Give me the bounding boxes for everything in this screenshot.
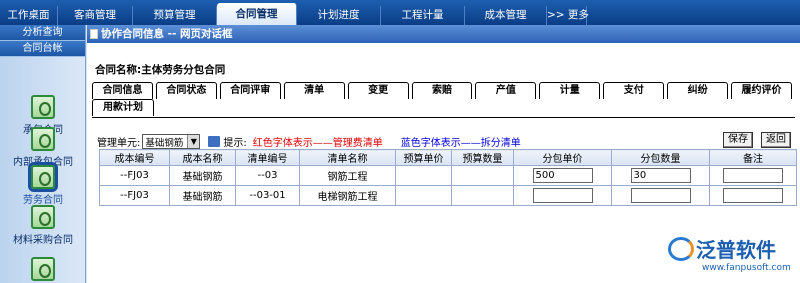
tab-dispute[interactable]: 纠纷 (667, 82, 729, 99)
column-header: 清单名称 (299, 149, 396, 166)
logo-text: 泛普软件 (696, 238, 776, 262)
sidebar-section-ledger[interactable]: 合同台帐 (0, 41, 85, 57)
cost-no-cell: --FJ03 (99, 185, 170, 206)
tab-funding-plan[interactable]: 用款计划 (92, 99, 154, 116)
sidebar-item-material-contract[interactable]: 材料采购合同 (0, 205, 86, 246)
column-header: 分包单价 (513, 149, 612, 166)
column-header: 预算数量 (451, 149, 514, 166)
nav-tab-measure[interactable]: 工程计量 (381, 6, 465, 25)
chevron-down-icon[interactable]: ▼ (187, 135, 200, 148)
tip-label: 提示: (223, 138, 247, 149)
nav-tab-more[interactable]: >> 更多 (547, 6, 589, 25)
contract-name: 合同名称:主体劳务分包合同 (95, 64, 226, 76)
nav-tab-cost[interactable]: 成本管理 (465, 6, 547, 25)
sidebar-item-labor-contract[interactable]: 劳务合同 (0, 165, 86, 206)
column-header: 备注 (709, 149, 797, 166)
column-header: 预算单价 (395, 149, 452, 166)
tab-measure[interactable]: 计量 (539, 82, 601, 99)
column-header: 分包数量 (611, 149, 710, 166)
sub-price-input[interactable]: 500 (532, 168, 593, 183)
sub-qty-input[interactable]: 30 (630, 168, 691, 183)
sub-price-cell (513, 185, 612, 206)
nav-tab-desktop[interactable]: 工作桌面 (0, 6, 58, 25)
note-cell (709, 185, 797, 206)
cost-no-cell: --FJ03 (99, 165, 170, 186)
note-input[interactable] (723, 168, 783, 183)
nav-tab-merchants[interactable]: 客商管理 (58, 6, 133, 25)
budget-qty-cell (451, 165, 514, 186)
contract-icon (31, 165, 55, 189)
list-no-cell: --03 (235, 165, 300, 186)
list-name-cell: 钢筋工程 (299, 165, 396, 186)
tab-payment[interactable]: 支付 (603, 82, 665, 99)
tab-divider (92, 117, 795, 118)
sidebar-item-label: 材料采购合同 (13, 235, 73, 246)
cost-name-cell: 基础钢筋 (169, 185, 236, 206)
unit-row: 管理单元: 基础钢筋 ▼ 提示: 红色字体表示——管理费清单 蓝色字体表示——拆… (97, 134, 521, 149)
contract-icon (31, 127, 55, 151)
sub-qty-cell: 30 (611, 165, 710, 186)
tab-strip: 合同信息 合同状态 合同评审 清单 变更 索赔 产值 计量 支付 纠纷 履约评价… (92, 82, 795, 116)
budget-qty-cell (451, 185, 514, 206)
budget-price-cell (395, 185, 452, 206)
unit-select[interactable]: 基础钢筋 ▼ (142, 134, 201, 149)
tab-contract-review[interactable]: 合同评审 (219, 82, 281, 99)
contract-icon (31, 205, 55, 229)
unit-label: 管理单元: (97, 138, 141, 149)
top-navigation: 工作桌面 客商管理 预算管理 合同管理 计划进度 工程计量 成本管理 >> 更多 (0, 0, 800, 25)
sub-price-cell: 500 (513, 165, 612, 186)
list-no-cell: --03-01 (235, 185, 300, 206)
tab-contract-status[interactable]: 合同状态 (155, 82, 217, 99)
sidebar-item-internal-contract[interactable]: 内部承包合同 (0, 127, 86, 168)
sidebar: 分析查询 合同台帐 承包合同 内部承包合同 劳务合同 材料采购合同 (0, 25, 86, 283)
logo-icon (668, 236, 694, 261)
table-row: --FJ03 基础钢筋 --03-01 电梯钢筋工程 (99, 185, 797, 206)
book-icon (208, 136, 221, 147)
dialog-title: 协作合同信息 -- 网页对话框 (101, 28, 233, 40)
note-input[interactable] (723, 188, 783, 203)
sub-price-input[interactable] (532, 188, 593, 203)
contract-icon (31, 257, 55, 281)
table-row: --FJ03 基础钢筋 --03 钢筋工程 500 30 (99, 165, 797, 186)
column-header: 清单编号 (235, 149, 300, 166)
sidebar-item-more[interactable] (0, 257, 86, 283)
bill-table: 成本编号 成本名称 清单编号 清单名称 预算单价 预算数量 分包单价 分包数量 … (99, 149, 797, 206)
nav-tab-contract[interactable]: 合同管理 (217, 3, 297, 25)
nav-tab-budget[interactable]: 预算管理 (133, 6, 217, 25)
cost-name-cell: 基础钢筋 (169, 165, 236, 186)
column-header: 成本名称 (169, 149, 236, 166)
tab-bill-list[interactable]: 清单 (283, 82, 345, 99)
list-name-cell: 电梯钢筋工程 (299, 185, 396, 206)
tip-blue-text: 蓝色字体表示——拆分清单 (400, 138, 521, 149)
table-header-row: 成本编号 成本名称 清单编号 清单名称 预算单价 预算数量 分包单价 分包数量 … (99, 149, 797, 166)
tab-claim[interactable]: 索赔 (411, 82, 473, 99)
note-cell (709, 165, 797, 186)
nav-tab-schedule[interactable]: 计划进度 (297, 6, 381, 25)
logo-url: www.fanpusoft.com (702, 263, 791, 273)
column-header: 成本编号 (99, 149, 170, 166)
tab-contract-info[interactable]: 合同信息 (92, 82, 153, 99)
unit-select-value: 基础钢筋 (145, 137, 184, 149)
save-button[interactable]: 保存 (723, 132, 753, 148)
tab-output[interactable]: 产值 (475, 82, 537, 99)
contract-icon (31, 95, 55, 119)
back-button[interactable]: 返回 (761, 132, 791, 148)
sub-qty-input[interactable] (630, 188, 691, 203)
budget-price-cell (395, 165, 452, 186)
tab-performance[interactable]: 履约评价 (731, 82, 792, 99)
tab-change[interactable]: 变更 (347, 82, 409, 99)
tip-red-text: 红色字体表示——管理费清单 (252, 138, 383, 149)
brand-logo: 泛普软件 (668, 234, 776, 263)
sidebar-section-analysis[interactable]: 分析查询 (0, 25, 85, 41)
dialog-title-bar: 协作合同信息 -- 网页对话框 (87, 25, 800, 43)
sub-qty-cell (611, 185, 710, 206)
document-icon (90, 29, 98, 39)
